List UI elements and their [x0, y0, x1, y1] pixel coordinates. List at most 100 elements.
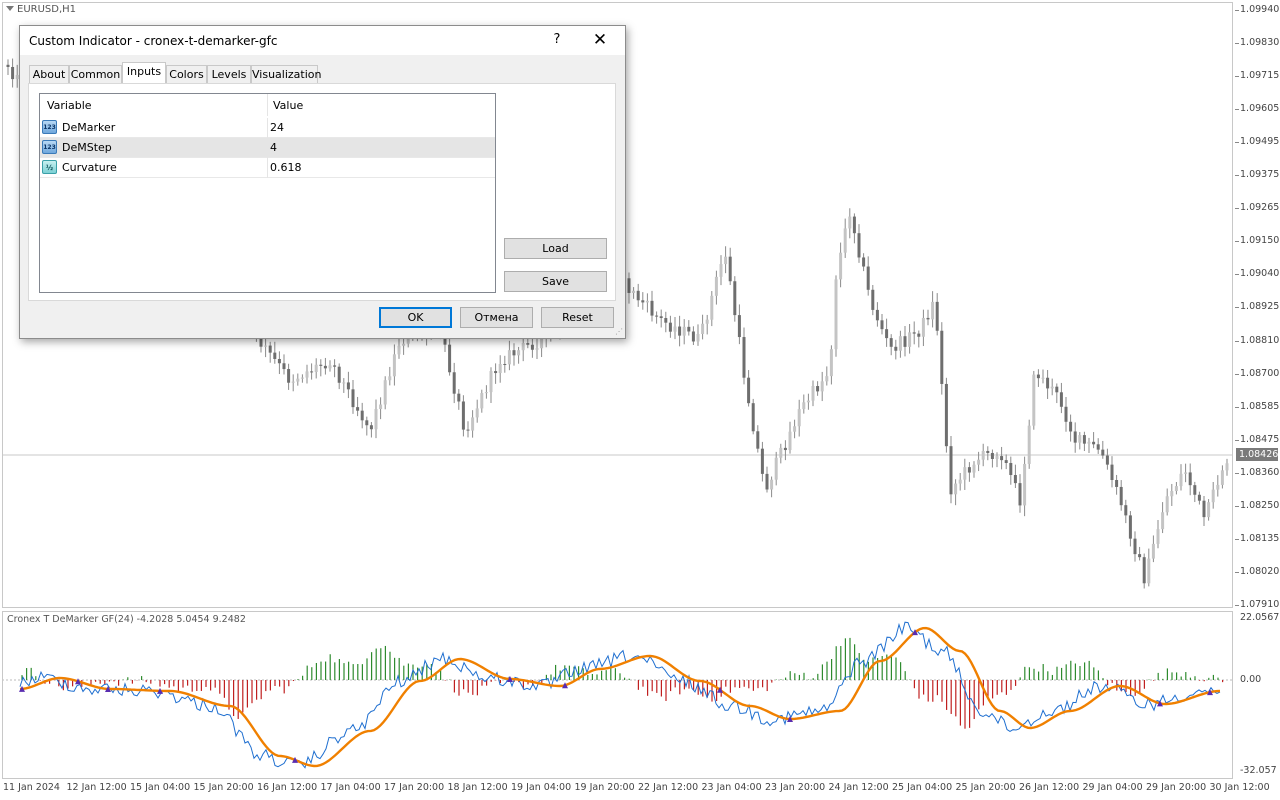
load-button[interactable]: Load	[504, 238, 607, 259]
time-label: 29 Jan 04:00	[1082, 782, 1143, 793]
price-label: 1.09375	[1240, 169, 1280, 181]
candle-body	[921, 317, 925, 337]
table-row[interactable]: 123 DeMStep 4	[40, 138, 495, 158]
current-price-badge: 1.08426	[1236, 448, 1278, 461]
row-value[interactable]: 24	[270, 121, 284, 134]
time-label: 19 Jan 20:00	[574, 782, 635, 793]
candle-body	[1036, 374, 1040, 379]
double-icon: ½	[42, 160, 57, 174]
time-label: 15 Jan 04:00	[130, 782, 191, 793]
candle-body	[365, 420, 369, 426]
time-label: 25 Jan 20:00	[955, 782, 1016, 793]
candle-body	[714, 276, 718, 296]
candle-body	[540, 337, 544, 349]
row-value[interactable]: 0.618	[270, 161, 302, 174]
indicator-axis-label: 0.00	[1240, 674, 1262, 685]
price-tick	[1235, 208, 1239, 210]
tab-inputs[interactable]: Inputs	[122, 62, 166, 83]
candle-body	[696, 333, 700, 342]
candle-body	[1133, 538, 1137, 555]
candle-body	[756, 431, 760, 449]
candle-body	[484, 392, 488, 394]
candle-body	[1161, 512, 1165, 530]
candle-body	[1087, 441, 1091, 444]
tab-visualization[interactable]: Visualization	[251, 65, 321, 83]
price-axis[interactable]: 1.09940 1.09830 1.09715 1.09605 1.09495 1.093…	[1235, 0, 1280, 610]
column-divider[interactable]	[267, 94, 268, 116]
candle-body	[480, 393, 484, 409]
column-variable[interactable]: Variable	[47, 99, 92, 112]
candle-body	[1193, 485, 1197, 495]
indicator-axis[interactable]: 22.0567 0.00 -32.057	[1235, 611, 1280, 779]
candle-body	[1000, 456, 1004, 461]
candle-body	[397, 345, 401, 355]
candle-body	[1027, 425, 1031, 464]
price-tick	[1235, 241, 1239, 243]
candle-body	[797, 409, 801, 427]
candle-body	[705, 319, 709, 324]
close-button[interactable]: ✕	[590, 31, 610, 49]
save-button[interactable]: Save	[504, 271, 607, 292]
candle-body	[834, 279, 838, 350]
help-button[interactable]: ?	[548, 31, 566, 49]
time-label: 17 Jan 04:00	[320, 782, 381, 793]
column-value[interactable]: Value	[273, 99, 303, 112]
candle-body	[926, 317, 930, 320]
reset-button[interactable]: Reset	[541, 307, 614, 328]
price-tick	[1235, 373, 1239, 375]
candle-body	[820, 381, 824, 392]
candle-body	[724, 256, 728, 265]
ok-button[interactable]: OK	[379, 307, 452, 328]
time-label: 22 Jan 12:00	[638, 782, 699, 793]
time-axis[interactable]: 11 Jan 2024 12 Jan 12:00 15 Jan 04:00 15 Ja…	[0, 779, 1270, 800]
candle-body	[1110, 464, 1114, 481]
candle-body	[1023, 463, 1027, 506]
candle-body	[774, 457, 778, 480]
time-label: 16 Jan 12:00	[257, 782, 318, 793]
indicator-chart[interactable]	[0, 611, 1235, 779]
chart-symbol-title: EURUSD,H1	[6, 4, 76, 15]
candle-body	[880, 320, 884, 330]
candle-body	[402, 343, 406, 346]
candle-body	[954, 483, 958, 495]
candle-body	[392, 354, 396, 377]
candle-body	[1165, 496, 1169, 513]
tab-colors[interactable]: Colors	[166, 65, 207, 83]
row-value[interactable]: 4	[270, 141, 277, 154]
price-label: 1.08700	[1240, 367, 1280, 379]
candle-body	[383, 380, 387, 405]
candle-body	[11, 66, 15, 80]
signal-line	[19, 626, 1221, 768]
candle-body	[503, 363, 507, 365]
price-label: 1.09265	[1240, 202, 1280, 214]
candle-body	[277, 358, 281, 364]
table-row[interactable]: 123 DeMarker 24	[40, 118, 495, 138]
resize-grip-icon[interactable]: ⋰	[615, 328, 623, 336]
candle-body	[972, 464, 976, 473]
time-label: 12 Jan 12:00	[66, 782, 127, 793]
candle-body	[1207, 502, 1211, 518]
candle-body	[949, 446, 953, 495]
candle-body	[866, 266, 870, 290]
tab-about[interactable]: About	[29, 65, 69, 83]
candle-body	[687, 326, 691, 332]
price-label: 1.07910	[1240, 598, 1280, 610]
price-label: 1.08250	[1240, 499, 1280, 511]
candle-body	[314, 364, 318, 372]
inputs-table[interactable]: Variable Value 123 DeMarker 24 123 DeMSt…	[39, 93, 496, 293]
candle-body	[894, 346, 898, 351]
candle-body	[369, 425, 373, 430]
candle-body	[1188, 472, 1192, 486]
price-label: 1.09150	[1240, 235, 1280, 247]
candle-body	[273, 352, 277, 359]
candle-body	[1050, 386, 1054, 389]
dialog-titlebar[interactable]: Custom Indicator - cronex-t-demarker-gfc…	[20, 26, 625, 55]
time-label: 25 Jan 04:00	[892, 782, 953, 793]
candle-body	[1216, 484, 1220, 490]
cancel-button[interactable]: Отмена	[460, 307, 533, 328]
price-label: 1.08585	[1240, 400, 1280, 412]
int-icon: 123	[42, 120, 57, 134]
tab-common[interactable]: Common	[69, 65, 122, 83]
table-row[interactable]: ½ Curvature 0.618	[40, 158, 495, 178]
tab-levels[interactable]: Levels	[207, 65, 251, 83]
